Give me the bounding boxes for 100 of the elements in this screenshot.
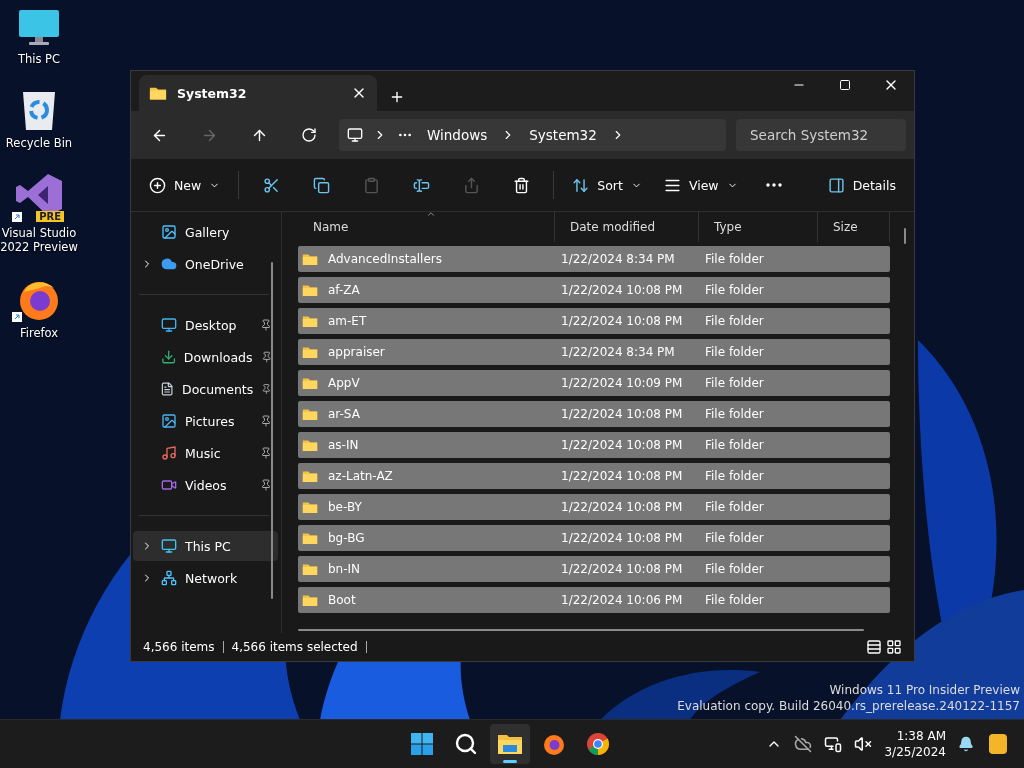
file-row[interactable]: AdvancedInstallers 1/22/2024 8:34 PM File folder bbox=[298, 246, 890, 272]
scrollbar[interactable] bbox=[271, 262, 273, 599]
copy-icon bbox=[312, 176, 330, 194]
clipboard-icon bbox=[362, 176, 380, 194]
column-header[interactable]: Name bbox=[298, 212, 555, 242]
plus-circle-icon bbox=[149, 176, 166, 194]
sidebar-item[interactable]: Network bbox=[133, 563, 278, 593]
address-bar[interactable]: Windows System32 bbox=[339, 119, 726, 151]
folder-icon bbox=[302, 500, 318, 514]
date-cell-text: 1/22/2024 10:06 PM bbox=[560, 593, 684, 607]
file-name: az-Latn-AZ bbox=[327, 469, 393, 483]
bell-icon[interactable] bbox=[958, 736, 974, 752]
shortcut-arrow-icon bbox=[12, 312, 22, 322]
file-row[interactable]: ar-SA 1/22/2024 10:08 PM File folder bbox=[298, 401, 890, 427]
file-name: Boot bbox=[327, 593, 356, 607]
details-view-icon[interactable] bbox=[866, 639, 882, 655]
sidebar-item[interactable]: Pictures bbox=[133, 406, 278, 436]
sidebar-item[interactable]: Music bbox=[133, 438, 278, 468]
app-badge-icon[interactable] bbox=[986, 732, 1010, 756]
file-name: appraiser bbox=[327, 345, 385, 359]
file-row[interactable]: bn-IN 1/22/2024 10:08 PM File folder bbox=[298, 556, 890, 582]
breadcrumb-item[interactable]: Windows bbox=[423, 127, 492, 143]
video-icon bbox=[161, 477, 177, 493]
sidebar-item[interactable]: This PC bbox=[133, 531, 278, 561]
selection-count: 4,566 items selected bbox=[231, 640, 358, 654]
sidebar-item[interactable]: OneDrive bbox=[133, 249, 278, 279]
desktop-icon-label[interactable]: Recycle Bin bbox=[5, 136, 73, 150]
pin-icon[interactable] bbox=[260, 415, 272, 427]
pin-icon[interactable] bbox=[260, 351, 272, 363]
pin-icon[interactable] bbox=[261, 383, 272, 395]
type-cell-text: File folder bbox=[704, 562, 765, 576]
sidebar-item[interactable]: Videos bbox=[133, 470, 278, 500]
cloud-off-icon[interactable] bbox=[794, 735, 813, 753]
clock[interactable]: 1:38 AM 3/25/2024 bbox=[884, 728, 946, 760]
monitor-icon bbox=[17, 8, 61, 48]
type-cell-text: File folder bbox=[704, 345, 765, 359]
search-field[interactable]: Search System32 bbox=[736, 119, 906, 151]
network-icon[interactable] bbox=[824, 735, 843, 753]
sidebar-item[interactable]: Desktop bbox=[133, 310, 278, 340]
file-row[interactable]: appraiser 1/22/2024 8:34 PM File folder bbox=[298, 339, 890, 365]
desktop-icon-label[interactable]: This PC bbox=[17, 52, 61, 66]
tab-title: System32 bbox=[177, 85, 248, 101]
sidebar-item[interactable]: Downloads bbox=[133, 342, 278, 372]
folder-icon bbox=[149, 85, 167, 101]
folder-icon bbox=[302, 407, 318, 421]
date-cell-text: 1/22/2024 10:08 PM bbox=[560, 469, 684, 483]
file-row[interactable]: Boot 1/22/2024 10:06 PM File folder bbox=[298, 587, 890, 613]
file-row[interactable]: bg-BG 1/22/2024 10:08 PM File folder bbox=[298, 525, 890, 551]
desktop-icon-label[interactable]: Firefox bbox=[19, 326, 59, 340]
column-header[interactable]: Size bbox=[818, 212, 890, 242]
file-row[interactable]: am-ET 1/22/2024 10:08 PM File folder bbox=[298, 308, 890, 334]
mute-icon[interactable] bbox=[854, 735, 873, 753]
folder-icon bbox=[302, 252, 318, 266]
folder-icon bbox=[302, 283, 318, 297]
date-cell-text: 1/22/2024 10:08 PM bbox=[560, 531, 684, 545]
folder-icon bbox=[302, 314, 318, 328]
rename-icon bbox=[412, 176, 430, 194]
type-cell-text: File folder bbox=[704, 252, 765, 266]
folder-tab[interactable]: System32 bbox=[139, 75, 377, 111]
type-cell-text: File folder bbox=[704, 438, 765, 452]
pin-icon[interactable] bbox=[260, 447, 272, 459]
column-header[interactable]: Date modified bbox=[555, 212, 699, 242]
trash-icon bbox=[512, 176, 530, 194]
breadcrumb-item[interactable]: System32 bbox=[525, 127, 601, 143]
file-row[interactable]: be-BY 1/22/2024 10:08 PM File folder bbox=[298, 494, 890, 520]
type-cell-text: File folder bbox=[704, 469, 765, 483]
type-cell-text: File folder bbox=[704, 407, 765, 421]
firefox-icon bbox=[542, 732, 566, 756]
build-info-text: Evaluation copy. Build 26040.rs_prerelease.240122-1157 bbox=[677, 698, 1020, 714]
sidebar-item[interactable]: Documents bbox=[133, 374, 278, 404]
file-row[interactable]: az-Latn-AZ 1/22/2024 10:08 PM File folder bbox=[298, 463, 890, 489]
date-cell-text: 1/22/2024 10:09 PM bbox=[560, 376, 684, 390]
column-header[interactable]: Type bbox=[699, 212, 818, 242]
pin-icon[interactable] bbox=[260, 319, 272, 331]
view-button[interactable]: View bbox=[655, 168, 746, 202]
date-cell-text: 1/22/2024 8:34 PM bbox=[560, 345, 676, 359]
document-icon bbox=[159, 381, 174, 397]
date-cell-text: 1/22/2024 8:34 PM bbox=[560, 252, 676, 266]
file-row[interactable]: AppV 1/22/2024 10:09 PM File folder bbox=[298, 370, 890, 396]
scrollbar[interactable] bbox=[904, 228, 906, 244]
file-name: af-ZA bbox=[327, 283, 360, 297]
pin-icon[interactable] bbox=[260, 479, 272, 491]
file-name: be-BY bbox=[327, 500, 362, 514]
computer-icon bbox=[161, 538, 177, 554]
folder-icon bbox=[302, 593, 318, 607]
desktop-icon-label[interactable]: Visual Studio 2022 Preview bbox=[0, 226, 78, 254]
file-row[interactable]: as-IN 1/22/2024 10:08 PM File folder bbox=[298, 432, 890, 458]
details-button[interactable]: Details bbox=[819, 168, 904, 202]
tiles-view-icon[interactable] bbox=[886, 639, 902, 655]
gallery-icon bbox=[161, 224, 177, 240]
date-cell-text: 1/22/2024 10:08 PM bbox=[560, 407, 684, 421]
scrollbar[interactable] bbox=[298, 629, 864, 631]
file-row[interactable]: af-ZA 1/22/2024 10:08 PM File folder bbox=[298, 277, 890, 303]
sidebar-item[interactable]: Gallery bbox=[133, 217, 278, 247]
new-button[interactable]: New bbox=[141, 168, 229, 202]
sort-button[interactable]: Sort bbox=[564, 168, 650, 202]
details-pane-icon bbox=[827, 176, 845, 194]
taskbar-app-button[interactable] bbox=[490, 724, 530, 764]
music-icon bbox=[161, 445, 177, 461]
build-info-text: Windows 11 Pro Insider Preview bbox=[828, 682, 1020, 698]
